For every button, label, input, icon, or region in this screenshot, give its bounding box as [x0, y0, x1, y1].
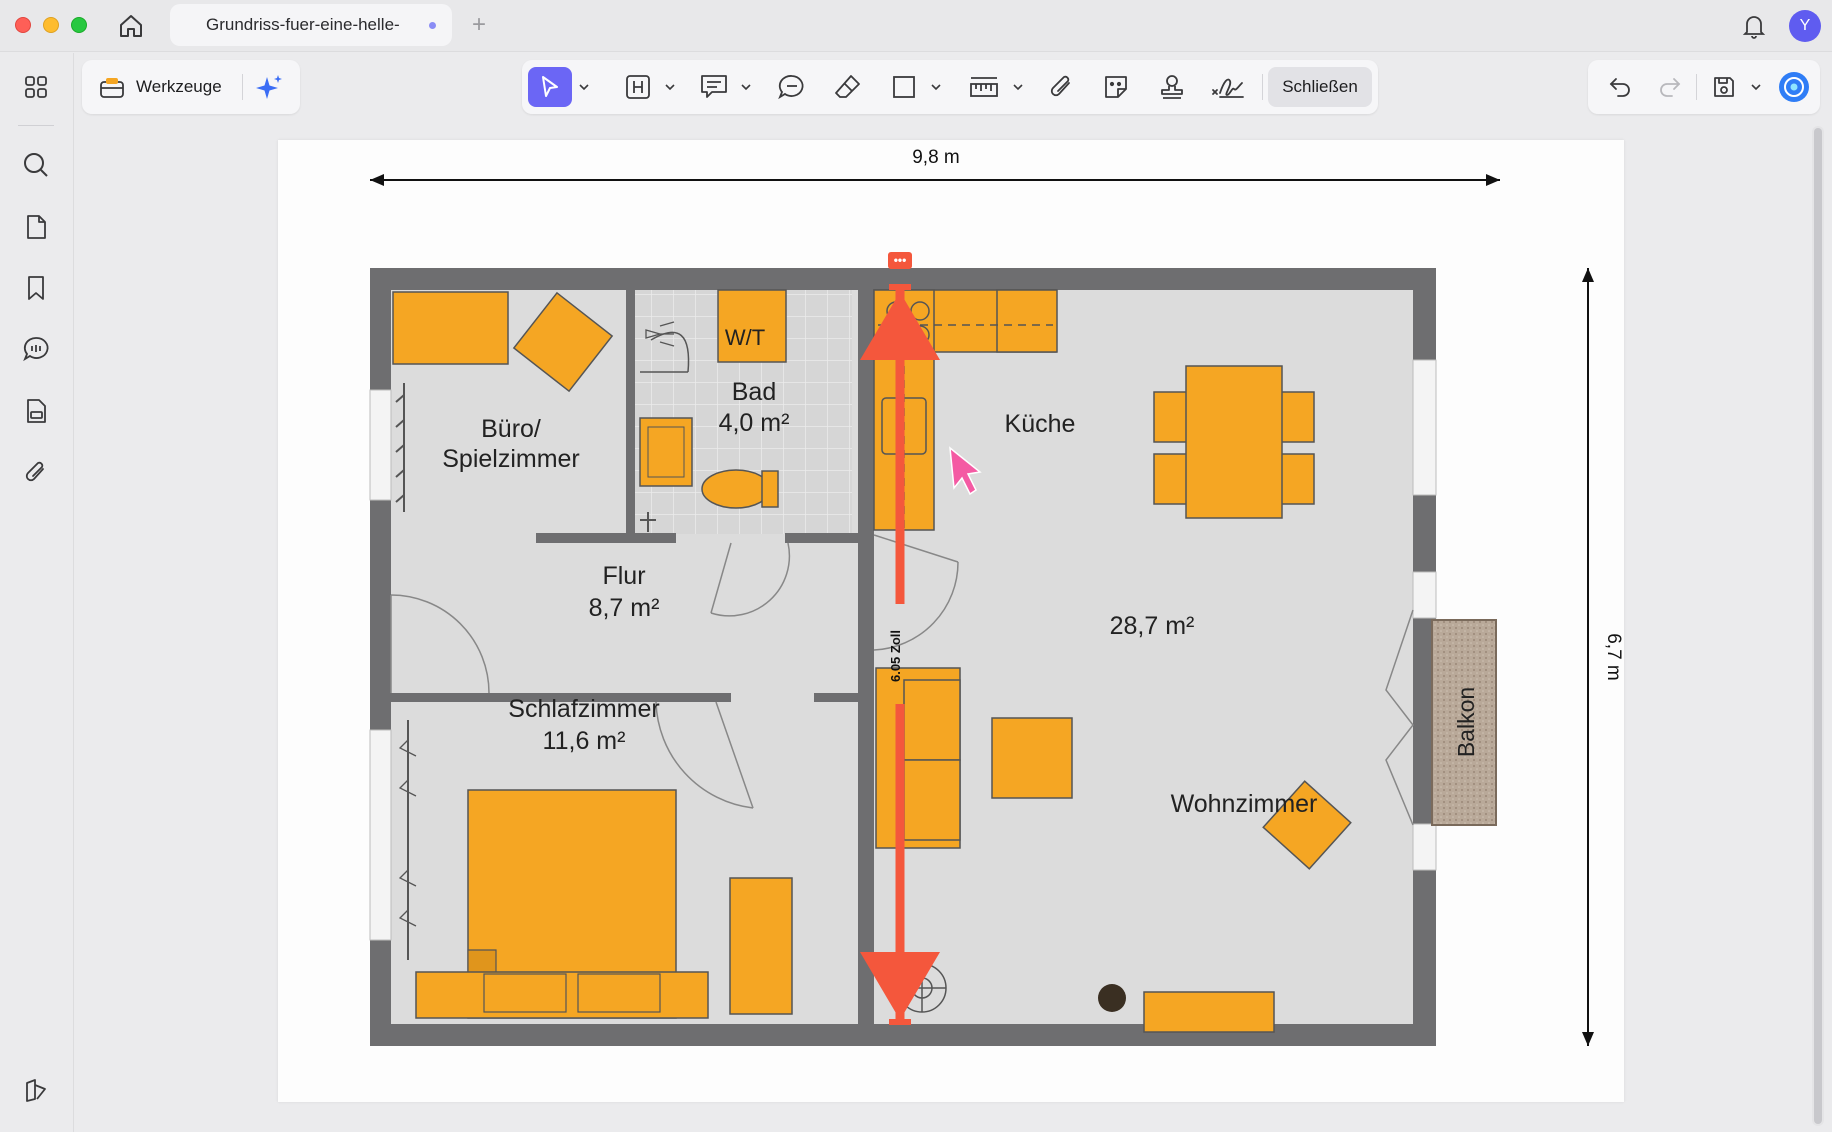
- armchair: [991, 717, 1073, 799]
- hall-label: Flur: [602, 562, 645, 590]
- sideboard: [1143, 991, 1275, 1033]
- office-label-line1: Büro/: [481, 415, 541, 443]
- title-bar: Grundriss-fuer-eine-helle- + Y: [0, 0, 1832, 52]
- tools-pill: Werkzeuge: [82, 60, 300, 114]
- width-dimension: [370, 174, 1500, 186]
- zoom-window-button[interactable]: [71, 17, 87, 33]
- cabinet: [729, 877, 793, 1015]
- toolbar-separator: [242, 74, 243, 100]
- height-label: 6,7 m: [1603, 633, 1624, 681]
- toolbar-separator: [1262, 74, 1263, 100]
- bath-label: Bad: [732, 378, 776, 406]
- left-sidebar: [0, 53, 74, 1132]
- close-window-button[interactable]: [15, 17, 31, 33]
- balcony-label: Balkon: [1453, 687, 1479, 757]
- ai-assistant-icon[interactable]: [1774, 67, 1814, 107]
- page-thumbnail-icon[interactable]: [21, 212, 51, 242]
- measure-menu-dots: •••: [894, 253, 907, 267]
- chevron-down-icon[interactable]: [578, 82, 590, 92]
- stamp-icon[interactable]: [1152, 67, 1192, 107]
- toolbar-separator: [1696, 74, 1697, 100]
- chevron-down-icon[interactable]: [930, 82, 942, 92]
- width-label: 9,8 m: [912, 147, 960, 168]
- text-comment-icon[interactable]: [694, 67, 734, 107]
- redo-icon[interactable]: [1650, 67, 1690, 107]
- grid-icon[interactable]: [21, 72, 51, 102]
- text-highlight-icon[interactable]: [618, 67, 658, 107]
- living-room-label: Wohnzimmer: [1171, 790, 1318, 818]
- user-avatar[interactable]: Y: [1789, 10, 1821, 42]
- bath-area: 4,0 m²: [719, 409, 790, 437]
- attach-file-icon[interactable]: [1042, 67, 1082, 107]
- signature-icon[interactable]: [1206, 67, 1250, 107]
- rectangle-shape-icon[interactable]: [884, 67, 924, 107]
- bell-icon[interactable]: [1740, 12, 1768, 40]
- plant: [1098, 984, 1126, 1012]
- comments-icon[interactable]: [21, 334, 51, 364]
- forms-icon[interactable]: [21, 396, 51, 426]
- wt-label: W/T: [725, 325, 765, 350]
- toolbox-icon[interactable]: [96, 67, 128, 107]
- annotation-toolbar: Schließen: [522, 60, 1378, 114]
- attachment-icon[interactable]: [21, 457, 51, 487]
- close-annotation-button[interactable]: Schließen: [1268, 67, 1372, 107]
- scrollbar-thumb[interactable]: [1814, 128, 1822, 1124]
- minimize-window-button[interactable]: [43, 17, 59, 33]
- living-area: 28,7 m²: [1110, 612, 1195, 640]
- bookmark-icon[interactable]: [21, 273, 51, 303]
- home-icon[interactable]: [116, 12, 146, 40]
- ai-sparkle-icon[interactable]: [252, 67, 288, 107]
- chevron-down-icon[interactable]: [664, 82, 676, 92]
- search-icon[interactable]: [21, 150, 51, 180]
- history-pill: [1588, 60, 1820, 114]
- chevron-down-icon[interactable]: [740, 82, 752, 92]
- floorplan-drawing: 9,8 m 6,7 m Balkon W/T Büro/ Spielzimmer…: [369, 147, 1624, 1046]
- select-cursor-icon[interactable]: [528, 67, 572, 107]
- sofa: [875, 667, 961, 849]
- hall-area: 8,7 m²: [589, 594, 660, 622]
- sidebar-divider: [18, 125, 54, 126]
- kitchen-label: Küche: [1005, 410, 1076, 438]
- chevron-down-icon[interactable]: [1012, 82, 1024, 92]
- tab-title: Grundriss-fuer-eine-helle-: [206, 15, 400, 34]
- pdf-page: 9,8 m 6,7 m Balkon W/T Büro/ Spielzimmer…: [278, 140, 1624, 1102]
- office-label-line2: Spielzimmer: [442, 445, 580, 473]
- tools-label[interactable]: Werkzeuge: [136, 77, 222, 97]
- save-icon[interactable]: [1704, 67, 1744, 107]
- measure-value-label: 6.05 Zoll: [888, 630, 903, 682]
- layers-icon[interactable]: [21, 1075, 51, 1105]
- new-tab-button[interactable]: +: [468, 10, 490, 40]
- unsaved-indicator: [429, 22, 436, 29]
- bedroom-label: Schlafzimmer: [508, 695, 659, 723]
- chevron-down-icon[interactable]: [1750, 82, 1762, 92]
- eraser-icon[interactable]: [828, 67, 868, 107]
- note-comment-icon[interactable]: [772, 67, 812, 107]
- height-dimension: [1582, 268, 1594, 1046]
- undo-icon[interactable]: [1600, 67, 1640, 107]
- measure-ruler-icon[interactable]: [962, 67, 1006, 107]
- sticker-icon[interactable]: [1096, 67, 1136, 107]
- bedroom-area: 11,6 m²: [543, 727, 626, 755]
- document-tab[interactable]: Grundriss-fuer-eine-helle-: [170, 4, 452, 46]
